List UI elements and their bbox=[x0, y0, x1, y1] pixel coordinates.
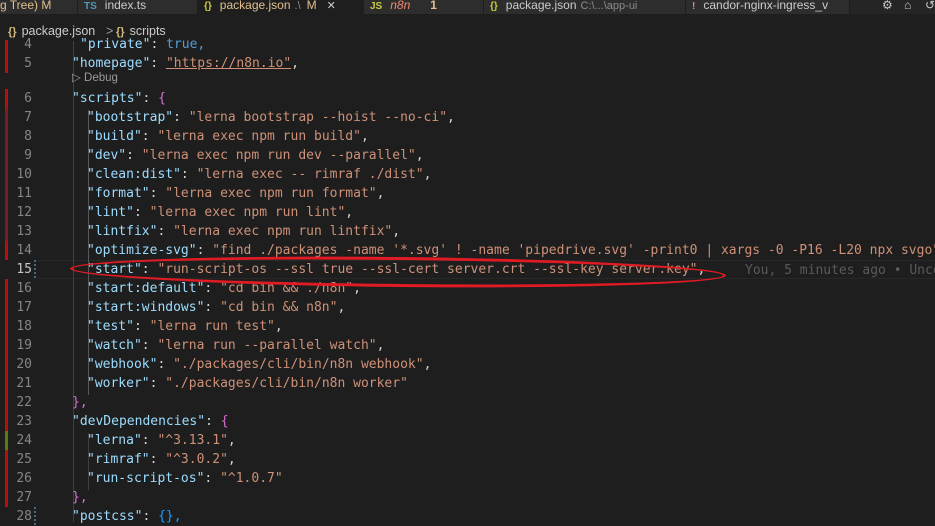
json-value: "lerna run --parallel watch" bbox=[157, 338, 377, 353]
json-value: "cd bin && n8n" bbox=[220, 300, 338, 315]
code-line: 21 "worker": "./packages/cli/bin/n8n wor… bbox=[0, 374, 935, 393]
json-value: "lerna run test" bbox=[149, 319, 275, 334]
json-key: "lintfix" bbox=[87, 224, 158, 239]
json-key: "private" bbox=[80, 37, 151, 52]
line-number: 25 bbox=[16, 452, 32, 467]
line-number: 23 bbox=[16, 414, 32, 429]
code-line: 17 "start:windows": "cd bin && n8n", bbox=[0, 298, 935, 317]
line-number: 19 bbox=[16, 338, 32, 353]
line-number: 9 bbox=[24, 148, 32, 163]
json-key: "dev" bbox=[87, 148, 127, 163]
json-key: "run-script-os" bbox=[87, 471, 205, 486]
json-value: "^1.0.7" bbox=[220, 471, 283, 486]
line-number: 4 bbox=[24, 37, 32, 52]
json-key: "format" bbox=[87, 186, 150, 201]
json-brace: { bbox=[158, 91, 166, 106]
line-number: 18 bbox=[16, 319, 32, 334]
debug-codelens[interactable]: ▷ Debug bbox=[72, 71, 118, 85]
json-key: "worker" bbox=[87, 376, 150, 391]
line-number: 11 bbox=[16, 186, 32, 201]
code-line: 20 "webhook": "./packages/cli/bin/n8n we… bbox=[0, 355, 935, 374]
code-line: 8 "build": "lerna exec npm run build", bbox=[0, 127, 935, 146]
json-value: "lerna bootstrap --hoist --no-ci" bbox=[188, 110, 448, 125]
json-key: "webhook" bbox=[87, 357, 158, 372]
json-key: "start:windows" bbox=[87, 300, 205, 315]
json-value: "lerna exec npm run format" bbox=[165, 186, 377, 201]
json-key: "test" bbox=[87, 319, 134, 334]
code-editor[interactable]: 4 "private": true, 5 "homepage": "https:… bbox=[0, 0, 935, 526]
json-value: true, bbox=[166, 37, 206, 52]
json-value: "^3.0.2" bbox=[165, 452, 228, 467]
code-line: 25 "rimraf": "^3.0.2", bbox=[0, 450, 935, 469]
code-line: 27 }, bbox=[0, 488, 935, 507]
json-value: "./packages/cli/bin/n8n webhook" bbox=[173, 357, 424, 372]
json-value: "lerna exec npm run build" bbox=[157, 129, 361, 144]
json-key: "clean:dist" bbox=[87, 167, 181, 182]
line-number: 26 bbox=[16, 471, 32, 486]
json-key: "devDependencies" bbox=[72, 414, 206, 429]
json-value: "./packages/cli/bin/n8n worker" bbox=[165, 376, 408, 391]
json-key: "lint" bbox=[87, 205, 134, 220]
code-line: 22 }, bbox=[0, 393, 935, 412]
git-blame-annotation: You, 5 minutes ago • Unco bbox=[745, 263, 935, 278]
line-number: 6 bbox=[24, 91, 32, 106]
json-key: "bootstrap" bbox=[87, 110, 174, 125]
json-key: "rimraf" bbox=[87, 452, 150, 467]
line-number: 10 bbox=[16, 167, 32, 182]
line-number: 5 bbox=[24, 56, 32, 71]
code-line: 4 "private": true, bbox=[0, 35, 935, 54]
json-brace: }, bbox=[72, 490, 88, 505]
gutter-dirty-marker bbox=[34, 260, 36, 279]
json-key: "optimize-svg" bbox=[87, 243, 197, 258]
json-key: "watch" bbox=[87, 338, 142, 353]
code-line: 26 "run-script-os": "^1.0.7" bbox=[0, 469, 935, 488]
code-line: 11 "format": "lerna exec npm run format"… bbox=[0, 184, 935, 203]
code-line: 13 "lintfix": "lerna exec npm run lintfi… bbox=[0, 222, 935, 241]
code-line: 9 "dev": "lerna exec npm run dev --paral… bbox=[0, 146, 935, 165]
code-line: 5 "homepage": "https://n8n.io", bbox=[0, 54, 935, 73]
code-line: 28 "postcss": {}, bbox=[0, 507, 935, 526]
json-key: "start:default" bbox=[87, 281, 205, 296]
json-value: "^3.13.1" bbox=[157, 433, 228, 448]
json-key: "build" bbox=[87, 129, 142, 144]
gutter-dirty-marker bbox=[34, 507, 36, 526]
json-value: "lerna exec npm run lintfix" bbox=[173, 224, 393, 239]
code-line: 7 "bootstrap": "lerna bootstrap --hoist … bbox=[0, 108, 935, 127]
json-value: "lerna exec npm run lint" bbox=[149, 205, 346, 220]
line-number: 13 bbox=[16, 224, 32, 239]
code-line: 19 "watch": "lerna run --parallel watch"… bbox=[0, 336, 935, 355]
line-number: 20 bbox=[16, 357, 32, 372]
line-number: 12 bbox=[16, 205, 32, 220]
line-number: 14 bbox=[16, 243, 32, 258]
code-line: 18 "test": "lerna run test", bbox=[0, 317, 935, 336]
json-key: "homepage" bbox=[72, 56, 151, 71]
json-key: "scripts" bbox=[72, 91, 143, 106]
code-line: 12 "lint": "lerna exec npm run lint", bbox=[0, 203, 935, 222]
line-number: 17 bbox=[16, 300, 32, 315]
code-line: 24 "lerna": "^3.13.1", bbox=[0, 431, 935, 450]
json-value-link[interactable]: "https://n8n.io" bbox=[166, 56, 291, 71]
line-number: 8 bbox=[24, 129, 32, 144]
code-line: 23 "devDependencies": { bbox=[0, 412, 935, 431]
code-line: 6 "scripts": { bbox=[0, 89, 935, 108]
line-number: 15 bbox=[16, 262, 32, 277]
line-number: 21 bbox=[16, 376, 32, 391]
line-number: 27 bbox=[16, 490, 32, 505]
json-value: "lerna exec npm run dev --parallel" bbox=[141, 148, 416, 163]
line-number: 24 bbox=[16, 433, 32, 448]
line-number: 28 bbox=[16, 509, 32, 524]
code-line: 10 "clean:dist": "lerna exec -- rimraf .… bbox=[0, 165, 935, 184]
json-brace: }, bbox=[72, 395, 88, 410]
json-key: "lerna" bbox=[87, 433, 142, 448]
line-number: 16 bbox=[16, 281, 32, 296]
line-number: 7 bbox=[24, 110, 32, 125]
json-value: "lerna exec -- rimraf ./dist" bbox=[196, 167, 424, 182]
json-brace: { bbox=[220, 414, 229, 429]
line-number: 22 bbox=[16, 395, 32, 410]
